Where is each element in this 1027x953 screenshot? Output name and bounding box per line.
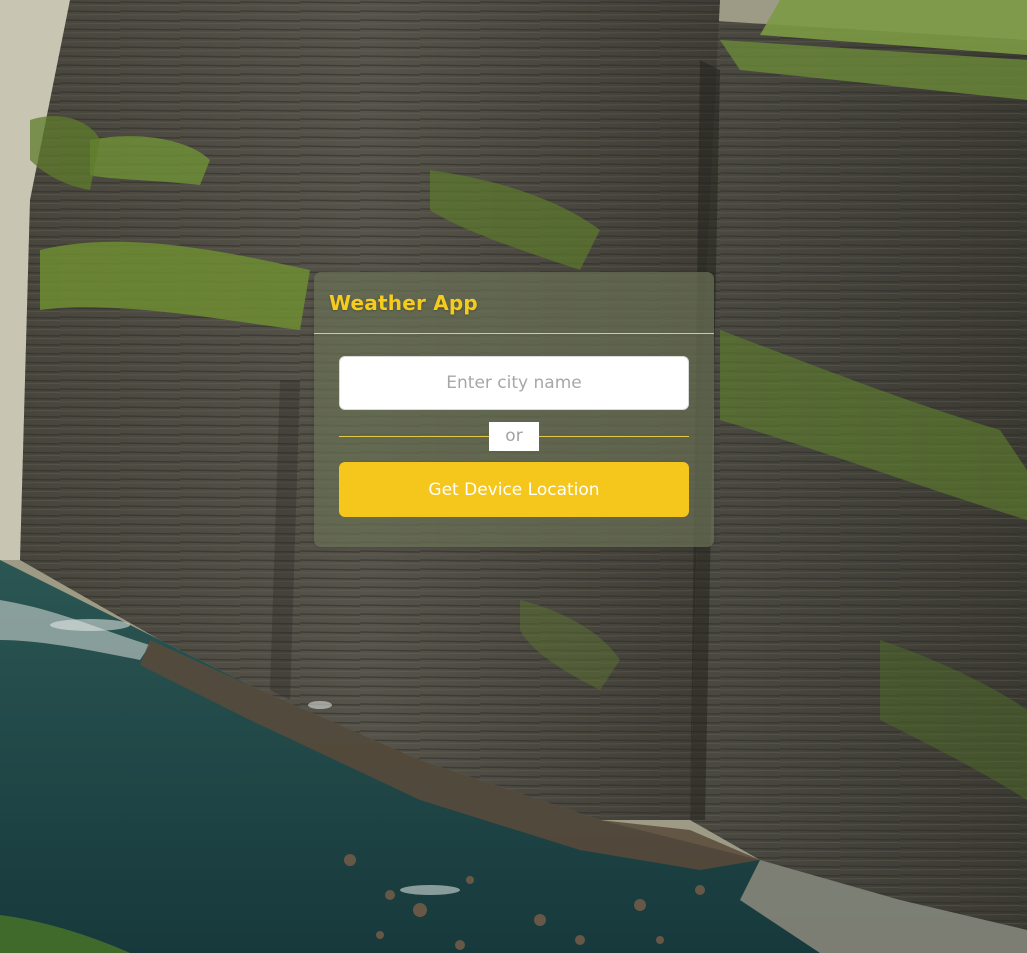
app-title: Weather App [329,290,478,315]
city-search-input[interactable] [339,356,689,410]
get-device-location-button[interactable]: Get Device Location [339,462,689,517]
or-separator: or [339,422,689,451]
weather-app-card: Weather App or Get Device Location [314,272,714,547]
separator-label: or [489,422,539,451]
app-screen: Weather App or Get Device Location [0,0,1027,953]
card-header: Weather App [314,272,714,334]
